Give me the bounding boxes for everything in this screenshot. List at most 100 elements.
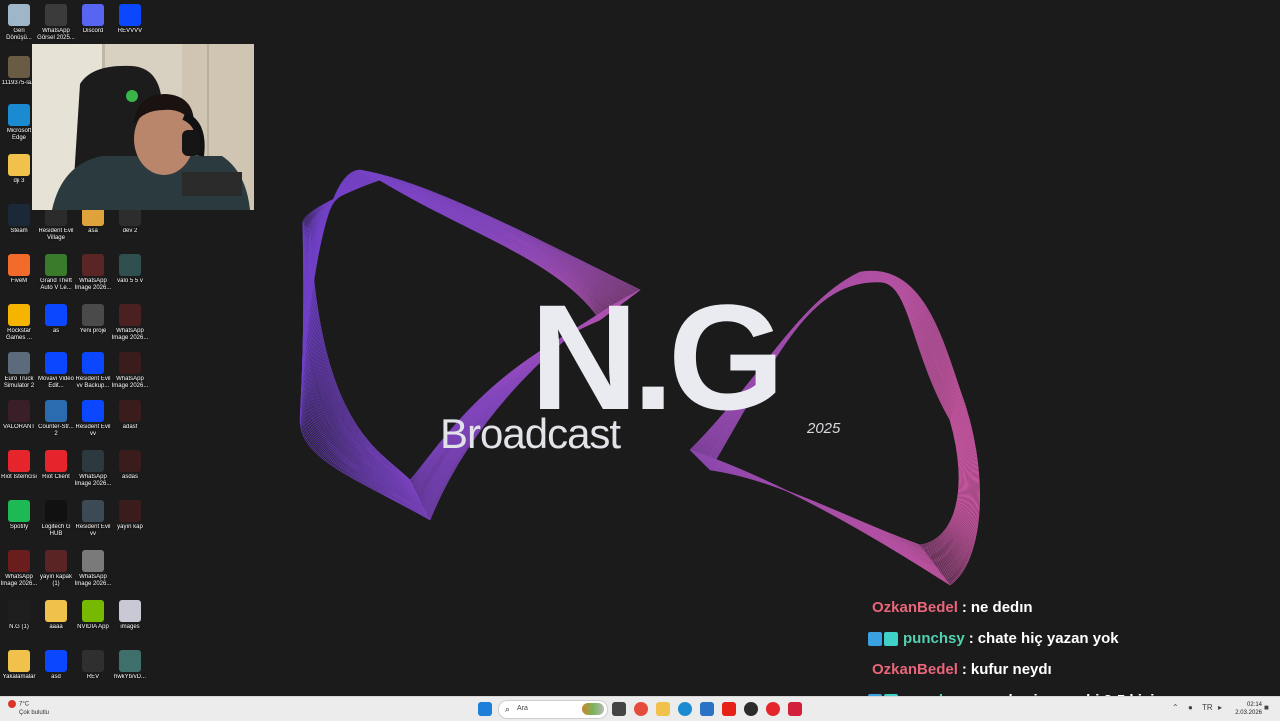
desktop-icon[interactable]: valo 5 5 v [111, 254, 149, 285]
desktop-icon[interactable]: asd [37, 650, 75, 681]
chat-text: chate hiç yazan yok [977, 630, 1119, 647]
desktop-icon[interactable]: WhatsApp Image 2026... [74, 450, 112, 488]
search-placeholder: Ara [517, 705, 528, 712]
image-thumbnail-icon [119, 304, 141, 326]
desktop-icon-label: WhatsApp Image 2026... [111, 328, 149, 341]
valorant-icon [8, 400, 30, 422]
desktop-icon[interactable]: Geri Dönüşü... [0, 4, 38, 42]
desktop-icon-label: Yeni proje [79, 328, 107, 334]
desktop-icon-label: Rockstar Games ... [5, 328, 32, 341]
folder-icon [8, 650, 30, 672]
desktop-icon[interactable]: asdas [111, 450, 149, 481]
desktop-icon[interactable]: Yakalamalar [0, 650, 38, 681]
desktop-icon-label: WhatsApp Image 2026... [74, 278, 112, 291]
desktop-icon[interactable]: WhatsApp Görsel 2025... [37, 4, 75, 42]
desktop-icon-label: Resident Evil vv [75, 524, 111, 537]
desktop-icon[interactable]: Resident Evil vv [74, 400, 112, 438]
desktop-icon[interactable]: Euro Truck Simulator 2 [0, 352, 38, 390]
desktop-icon[interactable]: REVVVV [111, 4, 149, 35]
desktop-icon[interactable]: yayın kap [111, 500, 149, 531]
valorant-taskbar-icon[interactable] [788, 702, 802, 716]
app-shortcut-icon [82, 352, 104, 374]
chat-message: punchsy: chate hiç yazan yok [868, 623, 1268, 654]
desktop-icon-label: as [52, 328, 60, 334]
image-thumbnail-icon [119, 352, 141, 374]
desktop-icon[interactable]: hwkYb/vD... [111, 650, 149, 681]
desktop-icon[interactable]: Resident Evil vv Backup... [74, 352, 112, 390]
video-thumbnail-icon [82, 304, 104, 326]
weather-widget[interactable]: 7°C Çok bulutlu [8, 700, 49, 717]
desktop-icon[interactable]: Discord [74, 4, 112, 35]
desktop-icon[interactable]: Riot Client [37, 450, 75, 481]
desktop-icon[interactable]: aaaa [37, 600, 75, 631]
clock-date: 2.03.2026 [1235, 710, 1262, 716]
folder-icon [45, 600, 67, 622]
clock-time: 02:14 [1246, 702, 1262, 708]
chat-username: punchsy [903, 630, 965, 647]
search-highlight-image [582, 703, 604, 715]
notification-bell-icon[interactable]: ■ [1264, 703, 1269, 712]
network-icon[interactable]: ● [1188, 703, 1193, 712]
desktop-icon[interactable]: N.G (1) [0, 600, 38, 631]
volume-icon[interactable]: ▸ [1218, 703, 1222, 712]
show-hidden-icons-chevron-icon[interactable]: ⌃ [1172, 703, 1179, 712]
desktop-icon-label: images [120, 624, 140, 630]
desktop-icon[interactable]: WhatsApp Image 2026... [74, 254, 112, 292]
chat-separator: : [961, 661, 967, 678]
tray-language[interactable]: TR [1202, 703, 1213, 712]
desktop-icon[interactable]: Rockstar Games ... [0, 304, 38, 342]
taskbar-search[interactable]: ⌕ Ara [498, 700, 608, 719]
desktop-icon[interactable]: WhatsApp Image 2026... [111, 352, 149, 390]
chat-text: ne dedın [970, 599, 1033, 616]
desktop-icon[interactable]: images [111, 600, 149, 631]
store-icon[interactable] [700, 702, 714, 716]
desktop-icon[interactable]: WhatsApp Image 2026... [0, 550, 38, 588]
image-thumbnail-icon [45, 4, 67, 26]
desktop-icon[interactable]: Spotify [0, 500, 38, 531]
desktop-icon[interactable]: VALORANT [0, 400, 38, 431]
image-thumbnail-icon [45, 550, 67, 572]
chrome-icon[interactable] [634, 702, 648, 716]
desktop-icon[interactable]: Grand Theft Auto V Le... [37, 254, 75, 292]
desktop-icon[interactable]: WhatsApp Image 2026... [111, 304, 149, 342]
file-explorer-icon[interactable] [656, 702, 670, 716]
chat-message: OzkanBedel: kufur neydı [868, 654, 1268, 685]
desktop-icon[interactable]: Movavi Video Edit... [37, 352, 75, 390]
chat-message: OzkanBedel: ne dedın [868, 592, 1268, 623]
desktop-icon-label: NVIDIA App [77, 624, 109, 630]
desktop-icon[interactable]: yayın kapak (1) [37, 550, 75, 588]
desktop-icon[interactable]: Resident Evil vv [74, 500, 112, 538]
desktop-icon-label: Steam [10, 228, 28, 234]
edge-icon[interactable] [678, 702, 692, 716]
desktop-icon[interactable]: Yeni proje [74, 304, 112, 335]
desktop-icon-label: WhatsApp Görsel 2025... [37, 28, 75, 41]
app-shortcut-icon [45, 304, 67, 326]
obs-icon[interactable] [744, 702, 758, 716]
taskbar-clock[interactable]: 02:14 2.03.2026 [1235, 701, 1262, 717]
weather-condition: Çok bulutlu [19, 709, 50, 716]
desktop-icon-label: Spotify [9, 524, 29, 530]
youtube-icon[interactable] [722, 702, 736, 716]
desktop-icon[interactable]: as [37, 304, 75, 335]
riot-client-taskbar-icon[interactable] [766, 702, 780, 716]
desktop-icon-label: Grand Theft Auto V Le... [40, 278, 72, 291]
desktop-icon[interactable]: Counter-Str... 2 [37, 400, 75, 438]
weather-alert-icon [8, 700, 16, 708]
desktop-icon-label: REVVVV [117, 28, 143, 34]
windows-start-icon[interactable] [478, 702, 492, 716]
desktop-icon[interactable]: Logitech G HUB [37, 500, 75, 538]
image-thumbnail-icon [8, 600, 30, 622]
image-thumbnail-icon [82, 550, 104, 572]
desktop-icon-label: VALORANT [3, 424, 35, 430]
task-view-icon[interactable] [612, 702, 626, 716]
desktop-icon[interactable]: Riot İstemcisi [0, 450, 38, 481]
desktop-icon[interactable]: NVIDIA App [74, 600, 112, 631]
image-thumbnail-icon [119, 450, 141, 472]
discord-icon [82, 4, 104, 26]
desktop-icon[interactable]: FiveM [0, 254, 38, 285]
desktop-icon-label: WhatsApp Image 2026... [74, 474, 112, 487]
desktop-icon[interactable]: REV [74, 650, 112, 681]
desktop-icon[interactable]: adasf [111, 400, 149, 431]
chat-username: OzkanBedel [872, 661, 958, 678]
desktop-icon[interactable]: WhatsApp Image 2026... [74, 550, 112, 588]
